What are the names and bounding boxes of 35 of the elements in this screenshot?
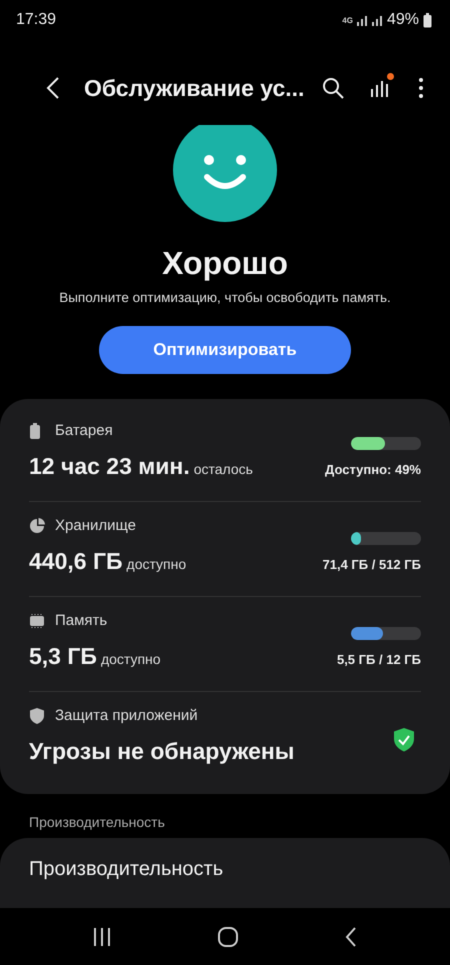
more-icon[interactable] <box>418 77 424 99</box>
signal-icon <box>372 14 383 26</box>
back-icon[interactable] <box>344 926 357 946</box>
screen-title: Обслуживание ус... <box>84 74 304 102</box>
battery-percent: 49% <box>386 11 419 29</box>
item-label: Батарея <box>55 422 113 439</box>
battery-icon <box>423 12 432 28</box>
list-item[interactable]: Производительность <box>29 858 421 881</box>
item-value: 12 час 23 мин. <box>29 453 190 479</box>
chip-icon <box>29 612 45 628</box>
usage-reading: Доступно: 49% <box>325 462 421 477</box>
item-label: Защита приложений <box>55 707 198 724</box>
recent-apps-icon[interactable] <box>93 926 112 946</box>
item-value: 5,3 ГБ <box>29 643 97 669</box>
usage-reading: 5,5 ГБ / 12 ГБ <box>336 652 421 667</box>
clock: 17:39 <box>16 11 56 29</box>
status-title: Хорошо <box>162 245 288 282</box>
home-icon[interactable] <box>218 926 238 946</box>
value-unit: доступно <box>100 651 161 667</box>
shield-icon <box>29 708 45 724</box>
section-header: Производительность <box>28 813 166 832</box>
smiley-icon <box>173 125 277 225</box>
item-label: Память <box>55 612 108 629</box>
search-icon[interactable] <box>322 77 344 99</box>
status-message: Выполните оптимизацию, чтобы освободить память. <box>59 290 391 305</box>
value-unit: осталось <box>194 461 253 477</box>
item-label: Хранилище <box>55 517 136 534</box>
network-type: 4G <box>342 16 353 24</box>
item-value: 440,6 ГБ <box>29 548 123 574</box>
pie-icon <box>29 518 45 534</box>
value-unit: доступно <box>126 556 186 572</box>
signal-icon <box>356 14 368 26</box>
usage-reading: 71,4 ГБ / 512 ГБ <box>322 557 421 572</box>
optimize-button[interactable]: Оптимизировать <box>99 326 351 374</box>
item-value: Угрозы не обнаружены <box>29 738 294 764</box>
